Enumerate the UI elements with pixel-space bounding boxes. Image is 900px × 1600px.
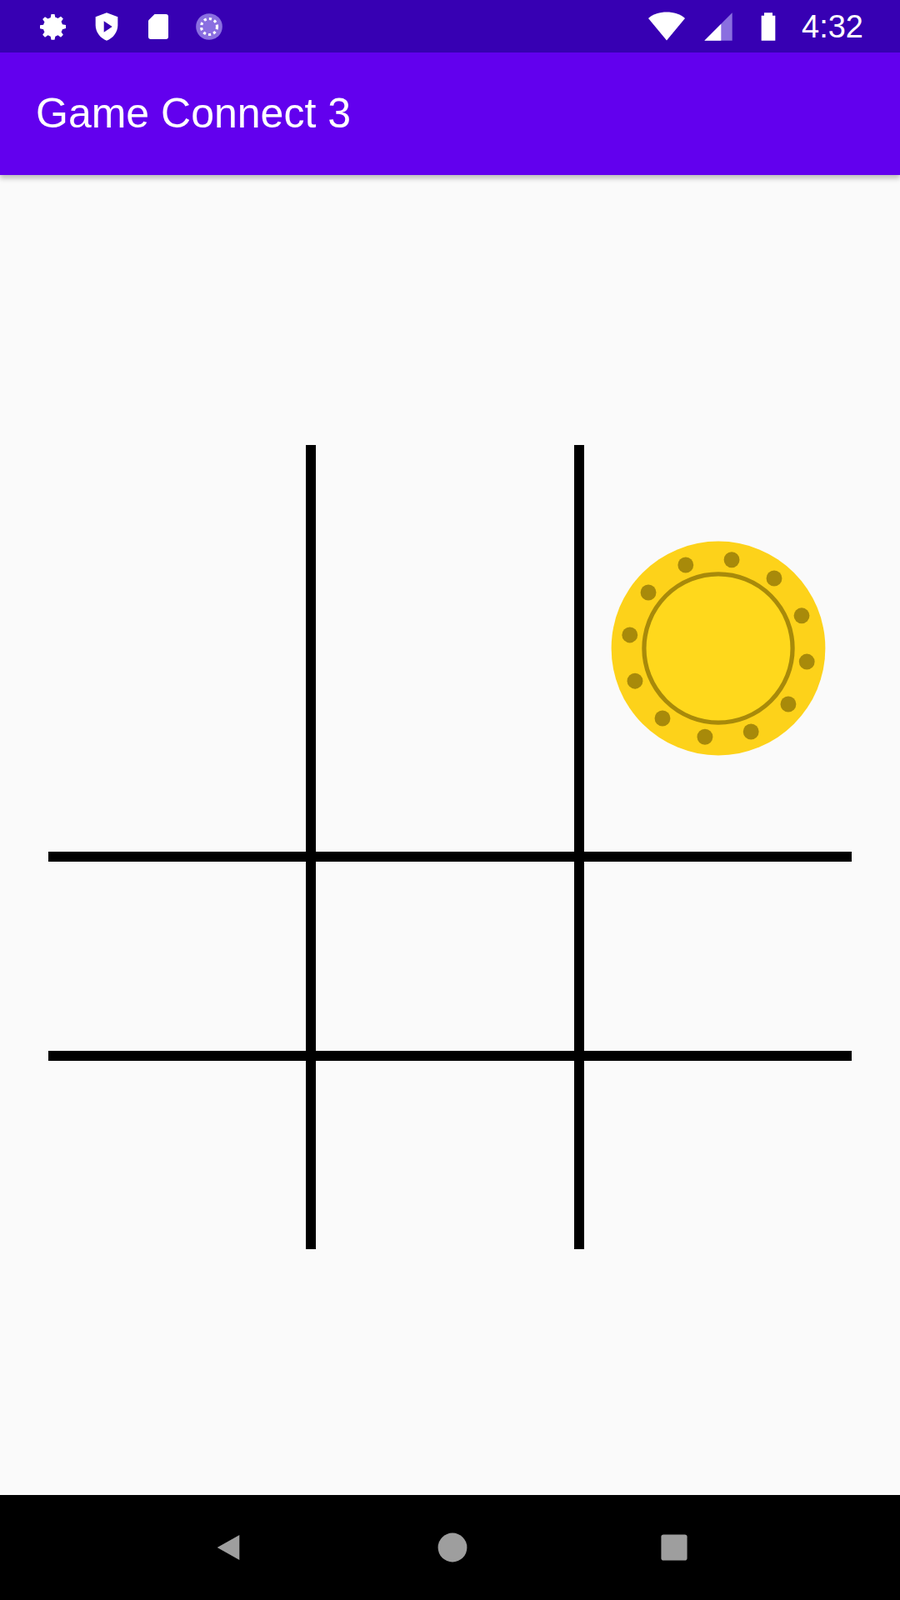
sync-icon — [193, 10, 225, 43]
shield-icon — [90, 10, 124, 44]
gear-icon — [36, 10, 70, 44]
back-icon[interactable] — [211, 1530, 245, 1565]
board-cell[interactable] — [584, 861, 853, 1060]
board-cell[interactable] — [584, 1060, 853, 1250]
status-time: 4:32 — [801, 10, 864, 43]
battery-icon — [751, 10, 785, 44]
board-cell[interactable] — [584, 445, 853, 862]
app-screen: 4:32 Game Connect 3 — [0, 0, 900, 1600]
recents-icon[interactable] — [660, 1533, 689, 1562]
signal-icon — [701, 10, 735, 44]
app-title: Game Connect 3 — [35, 87, 351, 140]
board-cell[interactable] — [48, 445, 317, 862]
navigation-bar — [0, 1495, 900, 1600]
board-cell[interactable] — [48, 861, 317, 1060]
status-bar: 4:32 — [0, 0, 900, 53]
board-cell[interactable] — [315, 1060, 585, 1250]
wifi-icon — [648, 8, 685, 45]
game-area — [0, 175, 900, 1495]
app-bar: Game Connect 3 — [0, 52, 900, 175]
sd-card-icon — [143, 11, 174, 42]
board-cell[interactable] — [315, 445, 585, 862]
yellow-coin-icon — [609, 539, 828, 758]
board-cell[interactable] — [48, 1060, 317, 1250]
game-board — [48, 445, 853, 1250]
home-icon[interactable] — [436, 1531, 469, 1564]
board-cell[interactable] — [315, 861, 585, 1060]
